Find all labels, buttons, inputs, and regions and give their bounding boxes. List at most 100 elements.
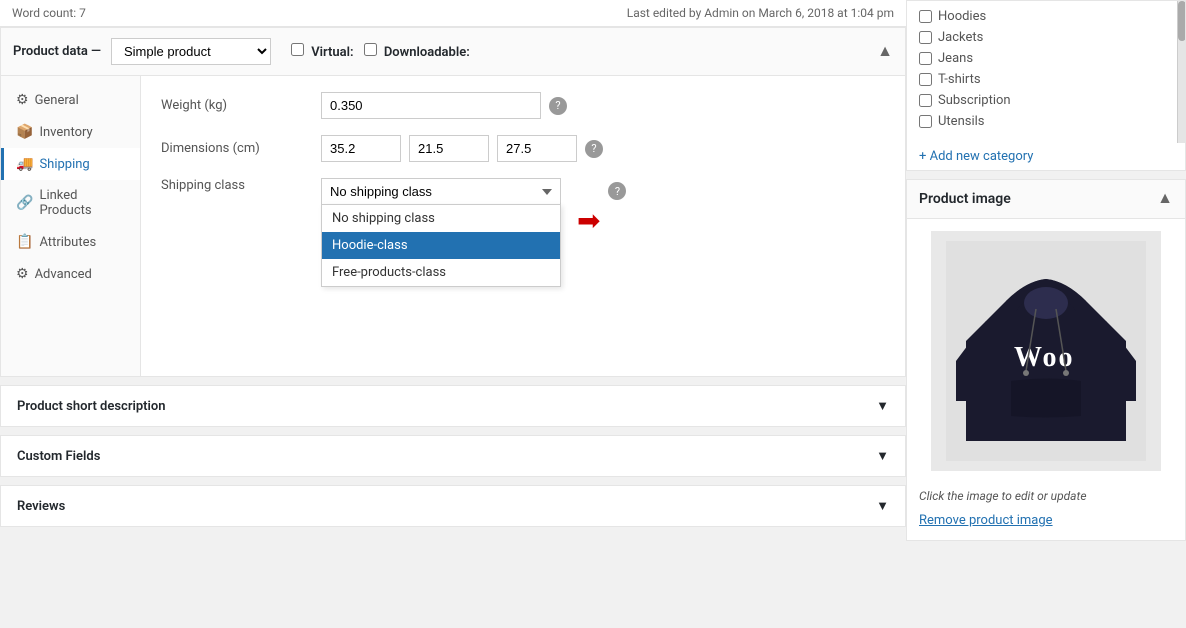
short-description-arrow: ▼	[876, 398, 889, 414]
attributes-icon: 📋	[16, 234, 33, 250]
product-image-collapse-button[interactable]: ▲	[1157, 190, 1173, 208]
tab-linked-label: Linked Products	[39, 188, 128, 218]
add-category-link[interactable]: + Add new category	[907, 143, 1185, 170]
product-data-body: ⚙ General 📦 Inventory 🚚 Shipping 🔗 Linke…	[1, 76, 905, 376]
general-icon: ⚙	[16, 92, 29, 108]
short-description-header[interactable]: Product short description ▼	[1, 386, 905, 426]
downloadable-label[interactable]: Downloadable:	[364, 43, 470, 60]
red-arrow-indicator: ➡	[577, 204, 600, 237]
category-checkbox-hoodies[interactable]	[919, 10, 932, 23]
category-label-utensils: Utensils	[938, 114, 985, 129]
linked-icon: 🔗	[16, 195, 33, 211]
product-image-container[interactable]: Woo	[907, 219, 1185, 483]
dimensions-row: Dimensions (cm) ?	[161, 135, 885, 162]
tab-advanced-label: Advanced	[35, 267, 92, 282]
category-item-tshirts: T-shirts	[919, 72, 1173, 87]
advanced-icon: ⚙	[16, 266, 29, 282]
product-image-box[interactable]: Woo	[931, 231, 1161, 471]
category-checkbox-utensils[interactable]	[919, 115, 932, 128]
category-item-jeans: Jeans	[919, 51, 1173, 66]
dropdown-item-free[interactable]: Free-products-class	[322, 259, 560, 286]
category-label-tshirts: T-shirts	[938, 72, 981, 87]
category-checkbox-jeans[interactable]	[919, 52, 932, 65]
tab-linked-products[interactable]: 🔗 Linked Products	[1, 180, 140, 226]
inventory-icon: 📦	[16, 124, 33, 140]
image-hint: Click the image to edit or update	[907, 483, 1185, 509]
dimension-l-input[interactable]	[321, 135, 401, 162]
word-count: Word count: 7	[12, 6, 86, 20]
scrollbar[interactable]	[1177, 1, 1185, 143]
reviews-arrow: ▼	[876, 498, 889, 514]
remove-product-image-link[interactable]: Remove product image	[907, 509, 1185, 540]
dimension-h-input[interactable]	[497, 135, 577, 162]
tab-attributes[interactable]: 📋 Attributes	[1, 226, 140, 258]
weight-row: Weight (kg) ?	[161, 92, 885, 119]
shipping-class-select[interactable]: No shipping class Hoodie-class Free-prod…	[321, 178, 561, 204]
short-description-label: Product short description	[17, 399, 166, 414]
tab-advanced[interactable]: ⚙ Advanced	[1, 258, 140, 290]
custom-fields-label: Custom Fields	[17, 449, 100, 464]
product-data-header: Product data — Simple product Variable p…	[1, 28, 905, 76]
dimensions-label: Dimensions (cm)	[161, 141, 321, 156]
custom-fields-header[interactable]: Custom Fields ▼	[1, 436, 905, 476]
tab-attributes-label: Attributes	[39, 235, 96, 250]
category-checkbox-subscription[interactable]	[919, 94, 932, 107]
dimensions-field: ?	[321, 135, 603, 162]
categories-list: Hoodies Jackets Jeans T-shirts Subscript…	[907, 1, 1185, 143]
reviews-section: Reviews ▼	[0, 485, 906, 527]
custom-fields-arrow: ▼	[876, 448, 889, 464]
product-tabs: ⚙ General 📦 Inventory 🚚 Shipping 🔗 Linke…	[1, 76, 141, 376]
dimension-w-input[interactable]	[409, 135, 489, 162]
virtual-label[interactable]: Virtual:	[291, 43, 354, 60]
category-label-subscription: Subscription	[938, 93, 1011, 108]
virtual-checkbox[interactable]	[291, 43, 304, 56]
reviews-header[interactable]: Reviews ▼	[1, 486, 905, 526]
collapse-button[interactable]: ▲	[877, 43, 893, 61]
shipping-class-wrapper: No shipping class Hoodie-class Free-prod…	[321, 178, 561, 204]
hoodie-image: Woo	[946, 241, 1146, 461]
categories-panel: Hoodies Jackets Jeans T-shirts Subscript…	[906, 0, 1186, 171]
category-label-hoodies: Hoodies	[938, 9, 986, 24]
right-sidebar: Hoodies Jackets Jeans T-shirts Subscript…	[906, 0, 1186, 628]
weight-field: ?	[321, 92, 567, 119]
last-edited: Last edited by Admin on March 6, 2018 at…	[627, 6, 894, 20]
category-label-jackets: Jackets	[938, 30, 983, 45]
shipping-class-help-icon[interactable]: ?	[608, 182, 626, 200]
product-image-panel: Product image ▲	[906, 179, 1186, 541]
category-item-subscription: Subscription	[919, 93, 1173, 108]
tab-shipping[interactable]: 🚚 Shipping	[1, 148, 140, 180]
category-item-jackets: Jackets	[919, 30, 1173, 45]
shipping-class-label: Shipping class	[161, 178, 321, 193]
top-bar: Word count: 7 Last edited by Admin on Ma…	[0, 0, 906, 27]
dimensions-help-icon[interactable]: ?	[585, 140, 603, 158]
dropdown-item-hoodie[interactable]: Hoodie-class	[322, 232, 560, 259]
shipping-icon: 🚚	[16, 156, 33, 172]
category-label-jeans: Jeans	[938, 51, 973, 66]
tab-shipping-label: Shipping	[39, 157, 89, 172]
category-checkbox-tshirts[interactable]	[919, 73, 932, 86]
category-checkbox-jackets[interactable]	[919, 31, 932, 44]
shipping-class-dropdown: No shipping class Hoodie-class Free-prod…	[321, 204, 561, 287]
product-type-select[interactable]: Simple product Variable product Grouped …	[111, 38, 271, 65]
tab-general[interactable]: ⚙ General	[1, 84, 140, 116]
category-item-hoodies: Hoodies	[919, 9, 1173, 24]
product-data-label: Product data —	[13, 44, 101, 59]
dropdown-item-no-class[interactable]: No shipping class	[322, 205, 560, 232]
tab-general-label: General	[35, 93, 79, 108]
reviews-label: Reviews	[17, 499, 65, 514]
weight-help-icon[interactable]: ?	[549, 97, 567, 115]
weight-input[interactable]	[321, 92, 541, 119]
shipping-class-field: No shipping class Hoodie-class Free-prod…	[321, 178, 626, 237]
downloadable-checkbox[interactable]	[364, 43, 377, 56]
product-image-title: Product image	[919, 191, 1011, 207]
tab-inventory[interactable]: 📦 Inventory	[1, 116, 140, 148]
short-description-section: Product short description ▼	[0, 385, 906, 427]
shipping-class-row: Shipping class No shipping class Hoodie-…	[161, 178, 885, 237]
custom-fields-section: Custom Fields ▼	[0, 435, 906, 477]
shipping-tab-content: Weight (kg) ? Dimensions (cm)	[141, 76, 905, 376]
product-data-section: Product data — Simple product Variable p…	[0, 27, 906, 377]
scrollbar-thumb[interactable]	[1178, 1, 1185, 41]
product-image-header: Product image ▲	[907, 180, 1185, 219]
category-item-utensils: Utensils	[919, 114, 1173, 129]
weight-label: Weight (kg)	[161, 98, 321, 113]
